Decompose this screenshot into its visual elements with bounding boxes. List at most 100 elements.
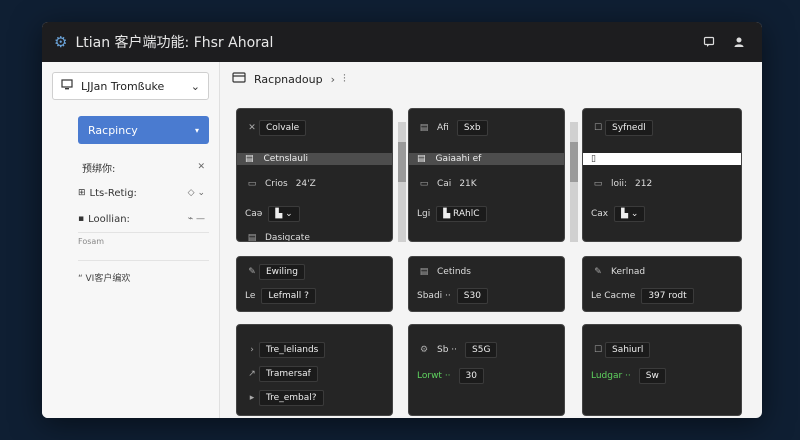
edit-icon: ✎ (248, 267, 256, 277)
row-value[interactable]: Lefmall ? (261, 288, 316, 304)
panel-4: ✎ Ewiling Le Lefmall ? (236, 256, 393, 312)
row-label: Tramersaf (259, 366, 318, 382)
row-label: Afi (437, 123, 449, 133)
row-label: Cetnslauli (263, 154, 308, 164)
row-label: Gaiaahi ef (435, 154, 482, 164)
sidebar-item-label: Lts-Retig: (89, 187, 137, 199)
project-select[interactable]: LJJan Tromßuke ⌄ (52, 72, 209, 100)
panel-bar[interactable]: ▤ Gaiaahi ef (409, 153, 564, 165)
edit-icon: ✎ (594, 267, 602, 277)
panel-row[interactable]: Lgi ▙ RAhlC (417, 205, 556, 223)
title-bar: ⚙ Ltian 客户端功能: Fhsr Ahoral (42, 22, 762, 62)
item-controls[interactable]: ⌁ — (188, 214, 205, 224)
sidebar-item-active[interactable]: Racpincy ▾ (78, 116, 209, 144)
row-label: Sb ·· (437, 345, 458, 355)
list-icon: ▤ (419, 267, 429, 277)
list-icon: ▤ (419, 123, 429, 133)
row-value: 212 (635, 179, 653, 189)
list-icon: ▤ (245, 154, 254, 164)
message-icon: ▭ (419, 179, 429, 189)
sidebar-item-3[interactable]: ▪ Loollian: ⌁ — (78, 206, 209, 232)
panel-row[interactable]: Cax ▙ ⌄ (591, 205, 733, 223)
sidebar-item-label: Loollian: (88, 213, 130, 225)
row-label: Cetinds (437, 267, 471, 277)
breadcrumb-label[interactable]: Racpnadoup (254, 73, 323, 86)
row-value[interactable]: 397 rodt (641, 288, 694, 304)
play-icon: ▸ (249, 393, 255, 403)
panel-7: › Tre_leliands ↗ Tramersaf ▸ Tre_embal? (236, 324, 393, 416)
row-value[interactable]: S30 (456, 288, 488, 304)
row-value[interactable]: Sw (638, 368, 666, 384)
panel-row[interactable]: Sbadi ·· S30 (417, 287, 556, 305)
gear-icon[interactable]: ⚙ (54, 33, 67, 51)
row-label: Ludgar ·· (591, 371, 631, 381)
panel-6: ✎ Kerlnad Le Cacme 397 rodt (582, 256, 742, 312)
panel-row[interactable]: Caə ▙ ⌄ (245, 205, 384, 223)
panel-row[interactable]: ✕ Colvale (245, 119, 384, 137)
row-label: Crios (265, 179, 288, 189)
sidebar-item-1[interactable]: 预绑你: ✕ (78, 154, 209, 180)
row-select[interactable]: ▙ ⌄ (614, 206, 646, 222)
scrollbar-thumb[interactable] (398, 142, 406, 182)
panel-row[interactable]: ↗ Tramersaf (245, 365, 384, 383)
panel-row[interactable]: ▤ Dasigcate (245, 229, 384, 241)
panel-row[interactable]: Lorwt ·· 30 (417, 367, 556, 385)
monitor-icon (61, 79, 73, 93)
sidebar: LJJan Tromßuke ⌄ Racpincy ▾ 预绑你: ✕ ⊞ Lts… (42, 62, 220, 418)
list-icon: ▤ (417, 154, 426, 164)
panel-row[interactable]: ☐ Syfnedl (591, 119, 733, 137)
grid-icon: ⊞ (78, 188, 86, 198)
panel-row[interactable]: ▭ Cai 21K (417, 175, 556, 193)
panel-row[interactable]: ▭ Crios 24'Z (245, 175, 384, 193)
item-controls[interactable]: ◇ ⌄ (188, 188, 205, 198)
row-label: Tre_embal? (259, 390, 324, 406)
panel-row[interactable]: Ludgar ·· Sw (591, 367, 733, 385)
user-icon[interactable] (728, 31, 750, 53)
panel-row[interactable]: ▤ Afi Sxb (417, 119, 556, 137)
file-icon: ▯ (591, 154, 596, 164)
panel-2: ▤ Afi Sxb ▤ Gaiaahi ef ▭ Cai 21K Lgi ▙ R… (408, 108, 565, 242)
row-select[interactable]: ▙ RAhlC (436, 206, 487, 222)
scrollbar[interactable] (398, 122, 406, 242)
sidebar-item-label: Racpincy (88, 123, 138, 137)
panel-bar[interactable]: ▤ Cetnslauli (237, 153, 392, 165)
more-icon[interactable]: ⫶ (343, 72, 346, 86)
row-value: 21K (459, 179, 477, 189)
panel-row[interactable]: ✎ Ewiling (245, 263, 384, 281)
row-label: Colvale (259, 120, 307, 136)
panel-row[interactable]: ✎ Kerlnad (591, 263, 733, 281)
scrollbar-thumb[interactable] (570, 142, 578, 182)
checkbox-icon[interactable]: ☐ (591, 123, 605, 133)
message-icon: ▭ (593, 179, 603, 189)
panel-5: ▤ Cetinds Sbadi ·· S30 (408, 256, 565, 312)
pen-icon: ↗ (248, 369, 256, 379)
panel-row[interactable]: Le Cacme 397 rodt (591, 287, 733, 305)
close-icon: ✕ (248, 123, 256, 133)
row-value[interactable]: S5G (465, 342, 498, 358)
sidebar-section-label[interactable]: “ VI客户编欢 (78, 260, 209, 284)
sidebar-item-label: 预绑你: (82, 163, 116, 175)
breadcrumb: Racpnadoup › ⫶ (220, 62, 762, 96)
notification-icon[interactable] (698, 31, 720, 53)
row-value: 24'Z (295, 179, 316, 189)
row-label: Tre_leliands (259, 342, 326, 358)
close-icon[interactable]: ✕ (197, 162, 205, 172)
panel-row[interactable]: › Tre_leliands (245, 341, 384, 359)
scrollbar[interactable] (570, 122, 578, 242)
checkbox-icon[interactable]: ☐ (591, 345, 605, 355)
row-label: loii: (611, 179, 628, 189)
row-label: Cai (437, 179, 452, 189)
panel-row[interactable]: ⚙ Sb ·· S5G (417, 341, 556, 359)
project-select-label: LJJan Tromßuke (81, 79, 165, 93)
gear-icon: ⚙ (419, 345, 429, 355)
row-select[interactable]: ▙ ⌄ (268, 206, 300, 222)
panel-row[interactable]: Le Lefmall ? (245, 287, 384, 305)
row-value[interactable]: 30 (458, 368, 484, 384)
panel-row[interactable]: ▸ Tre_embal? (245, 389, 384, 407)
panel-row[interactable]: ▤ Cetinds (417, 263, 556, 281)
sidebar-item-2[interactable]: ⊞ Lts-Retig: ◇ ⌄ (78, 180, 209, 206)
panel-row[interactable]: ☐ Sahiurl (591, 341, 733, 359)
panel-bar[interactable]: ▯ (583, 153, 741, 165)
panel-row[interactable]: ▭ loii: 212 (591, 175, 733, 193)
row-label: Sahiurl (605, 342, 651, 358)
